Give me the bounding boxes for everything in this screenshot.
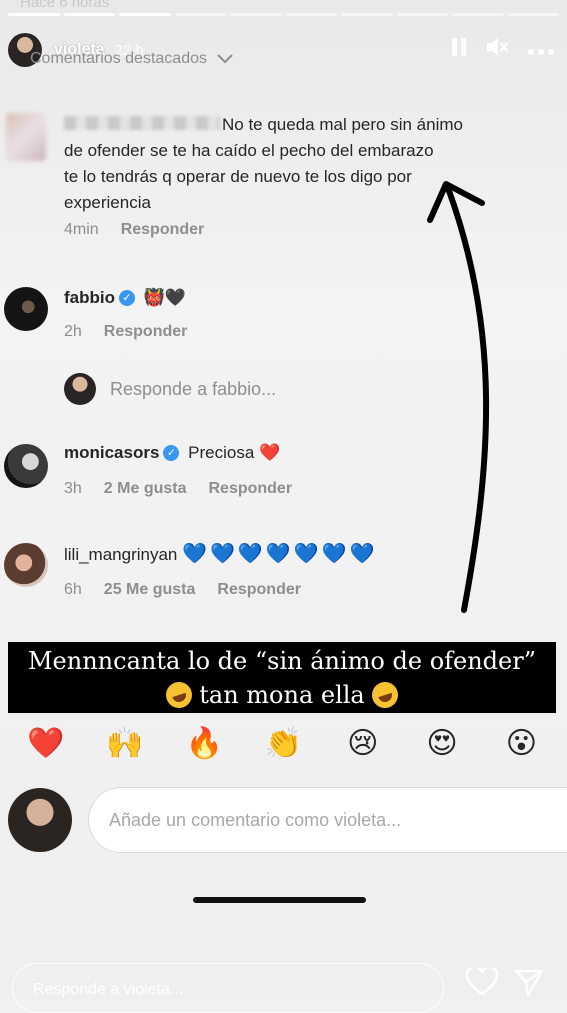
progress-segment	[341, 13, 393, 16]
comment-time: 3h	[64, 480, 82, 497]
caption-line-2: tan mona ella	[8, 678, 556, 712]
reply-button[interactable]: Responder	[217, 581, 301, 599]
comment-time: 6h	[64, 581, 82, 598]
own-avatar	[8, 788, 72, 852]
commenter-avatar[interactable]	[4, 543, 48, 587]
blurred-username	[64, 116, 220, 130]
heart-emoji: ❤️	[259, 443, 281, 462]
comment-text: monicasors ✓ Preciosa ❤️	[64, 440, 280, 466]
reaction-heart-eyes[interactable]: 😍	[422, 726, 462, 761]
likes-count[interactable]: 2 Me gusta	[104, 480, 187, 498]
comment-meta: 2h Responder	[64, 323, 187, 341]
commenter-avatar[interactable]	[4, 444, 48, 488]
featured-comments-header[interactable]: Comentarios destacados	[30, 50, 233, 68]
comment-text: lili_mangrinyan 💙💙💙💙💙💙💙	[64, 541, 377, 568]
progress-segment	[8, 13, 60, 16]
reaction-surprised[interactable]: 😮	[501, 726, 541, 761]
reply-button[interactable]: Responder	[121, 221, 205, 239]
reaction-crying[interactable]: 😢	[343, 726, 383, 761]
home-indicator	[193, 897, 366, 903]
reply-prompt[interactable]: Responde a fabbio...	[110, 379, 276, 400]
reaction-clap[interactable]: 👏	[263, 726, 303, 761]
verified-badge-icon: ✓	[163, 445, 180, 461]
rofl-emoji-icon	[369, 678, 402, 712]
mute-icon[interactable]	[485, 36, 509, 64]
blue-hearts-emoji: 💙💙💙💙💙💙💙	[182, 543, 378, 565]
comment-text: fabbio ✓ 👹🖤	[64, 285, 186, 311]
progress-segment	[285, 13, 337, 16]
comment-time: 4min	[64, 221, 99, 238]
like-heart-icon[interactable]	[465, 965, 499, 1004]
story-controls	[451, 36, 555, 64]
comment-meta: 3h 2 Me gusta Responder	[64, 480, 292, 498]
featured-label: Comentarios destacados	[30, 50, 207, 67]
reply-button[interactable]: Responder	[208, 480, 292, 498]
progress-segment	[452, 13, 504, 16]
comment-username[interactable]: fabbio	[64, 288, 115, 307]
behind-timestamp: Hace 6 horas	[20, 0, 110, 11]
comment-username[interactable]: lili_mangrinyan	[64, 545, 177, 564]
commenter-avatar-blurred[interactable]	[6, 113, 46, 161]
comment-body: Preciosa	[188, 443, 255, 462]
pause-icon[interactable]	[451, 37, 467, 63]
comment-input[interactable]: Añade un comentario como violeta...	[88, 787, 567, 853]
add-comment-row: Añade un comentario como violeta...	[8, 785, 567, 855]
verified-badge-icon: ✓	[119, 290, 135, 306]
progress-segment	[119, 13, 171, 16]
comment-emojis: 👹🖤	[143, 288, 187, 307]
reaction-raised-hands[interactable]: 🙌	[105, 726, 145, 761]
comment-meta: 4min Responder	[64, 221, 204, 239]
story-caption: Mennncanta lo de “sin ánimo de ofender” …	[8, 642, 556, 713]
progress-segment	[174, 13, 226, 16]
own-avatar	[64, 373, 96, 405]
comment-time: 2h	[64, 323, 82, 340]
likes-count[interactable]: 25 Me gusta	[104, 581, 196, 599]
story-progress-bar	[8, 13, 559, 16]
progress-segment	[63, 13, 115, 16]
rofl-emoji-icon	[162, 678, 195, 712]
caption-line-1: Mennncanta lo de “sin ánimo de ofender”	[27, 647, 536, 675]
send-icon[interactable]	[514, 968, 544, 998]
progress-segment	[507, 13, 559, 16]
commenter-avatar[interactable]	[4, 287, 48, 331]
reaction-heart[interactable]: ❤️	[26, 726, 66, 761]
chevron-down-icon	[217, 54, 233, 64]
reply-to-comment-row[interactable]: Responde a fabbio...	[64, 373, 276, 405]
reaction-fire[interactable]: 🔥	[184, 726, 224, 761]
comment-text: No te queda mal pero sin ánimo de ofende…	[64, 115, 463, 212]
progress-segment	[230, 13, 282, 16]
story-reply-input[interactable]: Responde a violeta...	[12, 963, 444, 1013]
comment-username[interactable]: monicasors	[64, 443, 159, 462]
more-options-icon[interactable]	[527, 39, 555, 62]
reply-button[interactable]: Responder	[104, 323, 188, 341]
quick-reactions-bar: ❤️ 🙌 🔥 👏 😢 😍 😮	[0, 720, 567, 766]
progress-segment	[396, 13, 448, 16]
comment-meta: 6h 25 Me gusta Responder	[64, 581, 301, 599]
